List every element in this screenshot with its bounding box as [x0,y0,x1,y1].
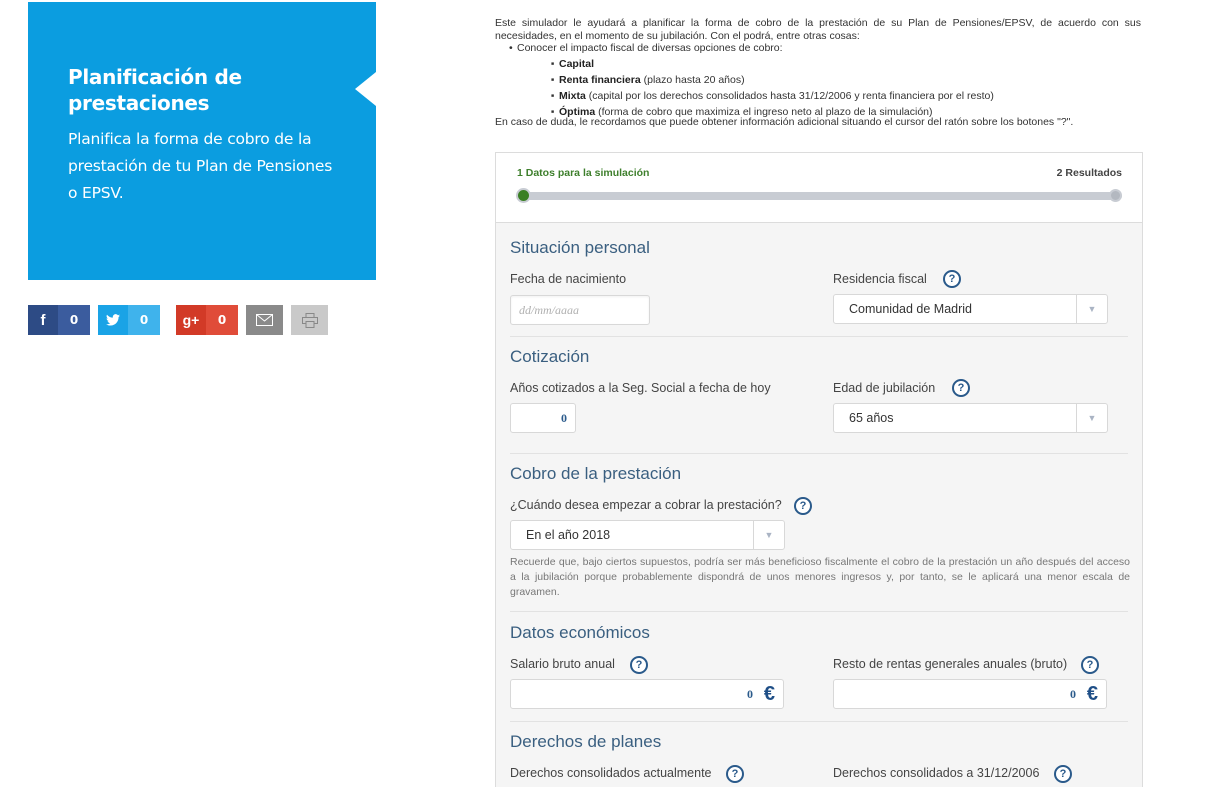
step-2-dot[interactable] [1109,189,1122,202]
chevron-down-icon: ▼ [753,521,784,549]
retirement-age-value: 65 años [849,411,894,425]
euro-icon: € [1086,683,1098,705]
googleplus-share-button[interactable]: g+ 0 [176,305,238,335]
current-rights-help-icon[interactable]: ? [726,765,744,783]
years-contributed-input[interactable]: 0 [510,403,576,433]
facebook-icon: f [28,305,58,335]
progress-track [518,192,1122,200]
start-year-value: En el año 2018 [526,528,611,542]
start-year-select[interactable]: En el año 2018 ▼ [510,520,785,550]
option-list: Capital Renta financiera (plazo hasta 20… [517,58,1141,119]
step-2-label[interactable]: 2 Resultados [1057,167,1122,179]
option-name: Renta financiera [559,73,641,86]
option-name: Óptima [559,105,596,118]
section-title-personal: Situación personal [510,238,650,257]
chevron-down-icon: ▼ [1076,404,1107,432]
option-desc: (capital por los derechos consolidados h… [585,89,994,102]
residence-select[interactable]: Comunidad de Madrid ▼ [833,294,1108,324]
envelope-icon [256,314,273,326]
intro-list: Conocer el impacto fiscal de diversas op… [495,42,1141,118]
divider [510,453,1128,454]
birth-date-label: Fecha de nacimiento [510,272,627,286]
euro-icon: € [763,683,775,705]
option-name: Capital [559,57,595,70]
option-desc: (plazo hasta 20 años) [640,73,745,86]
fiscal-note: Recuerde que, bajo ciertos supuestos, po… [510,556,1130,598]
step-1-dot[interactable] [516,188,531,203]
facebook-count: 0 [58,305,90,335]
other-income-value: 0 [1070,687,1076,701]
divider [510,721,1128,722]
simulator-form: 1 Datos para la simulación 2 Resultados … [495,152,1143,787]
residence-help-icon[interactable]: ? [943,270,961,288]
divider [510,611,1128,612]
option-item: Capital [551,58,1141,71]
years-contributed-label: Años cotizados a la Seg. Social a fecha … [510,381,771,395]
section-title-derechos: Derechos de planes [510,732,662,751]
retirement-age-help-icon[interactable]: ? [952,379,970,397]
divider [510,336,1128,337]
googleplus-count: 0 [206,305,238,335]
twitter-icon [98,305,128,335]
rights-2006-label: Derechos consolidados a 31/12/2006 [833,766,1040,780]
intro-bullet-text: Conocer el impacto fiscal de diversas op… [517,42,783,54]
option-name: Mixta [559,89,586,102]
twitter-share-button[interactable]: 0 [98,305,160,335]
other-income-label: Resto de rentas generales anuales (bruto… [833,657,1068,671]
salary-help-icon[interactable]: ? [630,656,648,674]
other-income-input[interactable]: 0 € [833,679,1107,709]
salary-value: 0 [747,687,753,701]
current-rights-label: Derechos consolidados actualmente [510,766,712,780]
googleplus-icon: g+ [176,305,206,335]
salary-label: Salario bruto anual [510,657,615,671]
email-share-button[interactable] [246,305,283,335]
step-progress: 1 Datos para la simulación 2 Resultados [496,153,1142,223]
hero-subtitle: Planifica la forma de cobro de la presta… [68,130,333,202]
years-contributed-value: 0 [561,411,567,425]
option-item: Óptima (forma de cobro que maximiza el i… [551,106,1141,119]
hero-notch [355,72,376,106]
print-button[interactable] [291,305,328,335]
section-title-cotizacion: Cotización [510,347,590,366]
printer-icon [301,312,318,328]
start-year-label: ¿Cuándo desea empezar a cobrar la presta… [510,498,782,512]
intro-text: Este simulador le ayudará a planificar l… [495,17,1141,128]
residence-label: Residencia fiscal [833,272,927,286]
intro-paragraph: Este simulador le ayudará a planificar l… [495,17,1141,42]
option-item: Renta financiera (plazo hasta 20 años) [551,74,1141,87]
option-item: Mixta (capital por los derechos consolid… [551,90,1141,103]
facebook-share-button[interactable]: f 0 [28,305,90,335]
residence-value: Comunidad de Madrid [849,302,972,316]
section-title-cobro: Cobro de la prestación [510,464,682,483]
birth-date-field[interactable] [510,295,650,325]
birth-date-input[interactable] [511,296,649,324]
hero-banner: Planificación de prestaciones Planifica … [28,2,376,280]
retirement-age-label: Edad de jubilación [833,381,936,395]
salary-input[interactable]: 0 € [510,679,784,709]
twitter-count: 0 [128,305,160,335]
rights-2006-help-icon[interactable]: ? [1054,765,1072,783]
other-income-help-icon[interactable]: ? [1081,656,1099,674]
start-year-help-icon[interactable]: ? [794,497,812,515]
section-title-economicos: Datos económicos [510,623,650,642]
retirement-age-select[interactable]: 65 años ▼ [833,403,1108,433]
intro-bullet: Conocer el impacto fiscal de diversas op… [509,42,1141,118]
hero-title: Planificación de prestaciones [68,65,242,115]
step-1-label[interactable]: 1 Datos para la simulación [517,167,649,179]
chevron-down-icon: ▼ [1076,295,1107,323]
social-share-bar: f 0 0 g+ 0 [28,305,328,335]
option-desc: (forma de cobro que maximiza el ingreso … [595,105,933,118]
